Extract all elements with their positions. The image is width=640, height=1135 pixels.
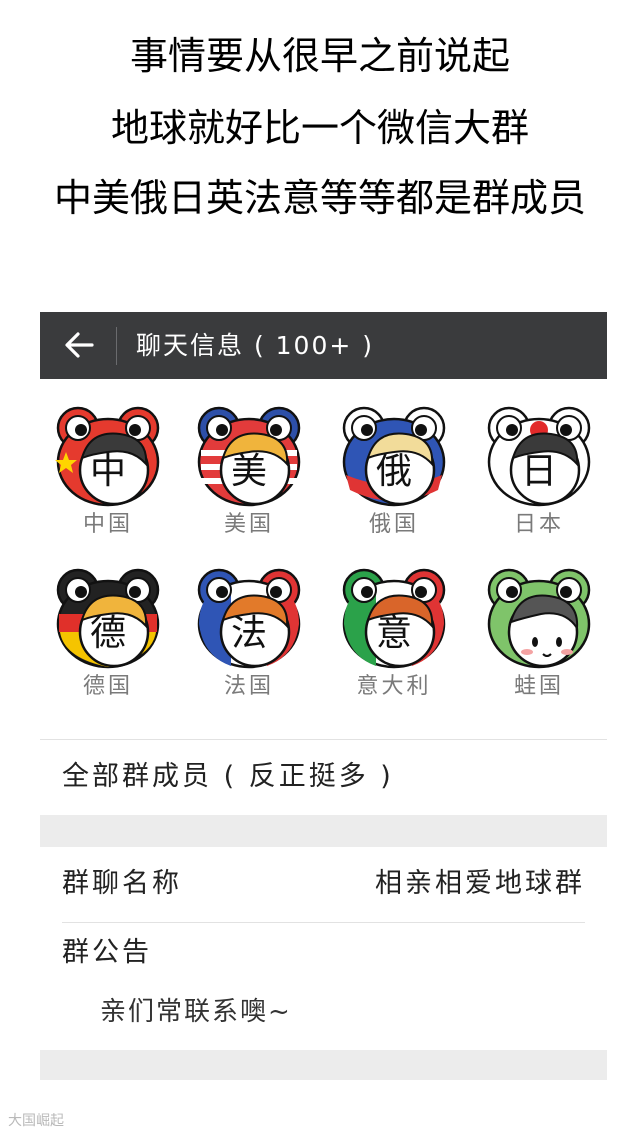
member-face-char: 德 bbox=[89, 613, 126, 654]
section-gap bbox=[40, 1050, 607, 1080]
group-name-label[interactable]: 群聊名称 bbox=[62, 867, 182, 901]
member-face-char: 法 bbox=[230, 613, 267, 654]
member-name: 俄国 bbox=[368, 512, 419, 537]
member-russia[interactable]: 俄 俄国 bbox=[338, 400, 450, 540]
divider bbox=[40, 739, 607, 740]
member-face-char: 中 bbox=[89, 451, 126, 492]
back-arrow-icon[interactable] bbox=[62, 326, 96, 364]
announcement-text: 亲们常联系噢~ bbox=[100, 997, 292, 1027]
member-face-char: 美 bbox=[230, 451, 267, 492]
member-italy[interactable]: 意 意大利 bbox=[338, 562, 450, 702]
member-name: 日本 bbox=[513, 512, 564, 537]
member-name: 德国 bbox=[82, 674, 133, 699]
chat-info-screen: 聊天信息 ( 100+ ) 中 中国 美 美国 俄 俄国 日 日本 德 德国 法… bbox=[40, 312, 607, 1080]
member-name: 蛙国 bbox=[513, 674, 564, 699]
divider bbox=[62, 922, 585, 923]
member-name: 美国 bbox=[223, 512, 274, 537]
member-germany[interactable]: 德 德国 bbox=[52, 562, 164, 702]
member-france[interactable]: 法 法国 bbox=[193, 562, 305, 702]
member-name: 法国 bbox=[223, 674, 274, 699]
group-name-value[interactable]: 相亲相爱地球群 bbox=[375, 867, 585, 901]
caption-line-2: 地球就好比一个微信大群 bbox=[110, 106, 529, 150]
page-title: 聊天信息 ( 100+ ) bbox=[136, 331, 375, 360]
title-divider bbox=[116, 327, 117, 365]
member-usa[interactable]: 美 美国 bbox=[193, 400, 305, 540]
announcement-label[interactable]: 群公告 bbox=[62, 936, 152, 970]
member-japan[interactable]: 日 日本 bbox=[483, 400, 595, 540]
member-frog[interactable]: 蛙国 bbox=[483, 562, 595, 702]
all-members-row[interactable]: 全部群成员 ( 反正挺多 ) bbox=[62, 760, 394, 794]
member-name: 意大利 bbox=[356, 674, 432, 699]
member-face-char: 日 bbox=[520, 451, 557, 492]
member-china[interactable]: 中 中国 bbox=[52, 400, 164, 540]
title-bar: 聊天信息 ( 100+ ) bbox=[40, 312, 607, 379]
member-face-char: 俄 bbox=[375, 451, 412, 492]
member-name: 中国 bbox=[82, 512, 133, 537]
section-gap bbox=[40, 815, 607, 847]
caption-line-3: 中美俄日英法意等等都是群成员 bbox=[53, 176, 586, 220]
frog-avatar bbox=[487, 568, 591, 669]
member-face-char: 意 bbox=[375, 613, 412, 654]
watermark: 大国崛起 bbox=[8, 1113, 64, 1129]
caption-line-1: 事情要从很早之前说起 bbox=[129, 34, 510, 78]
